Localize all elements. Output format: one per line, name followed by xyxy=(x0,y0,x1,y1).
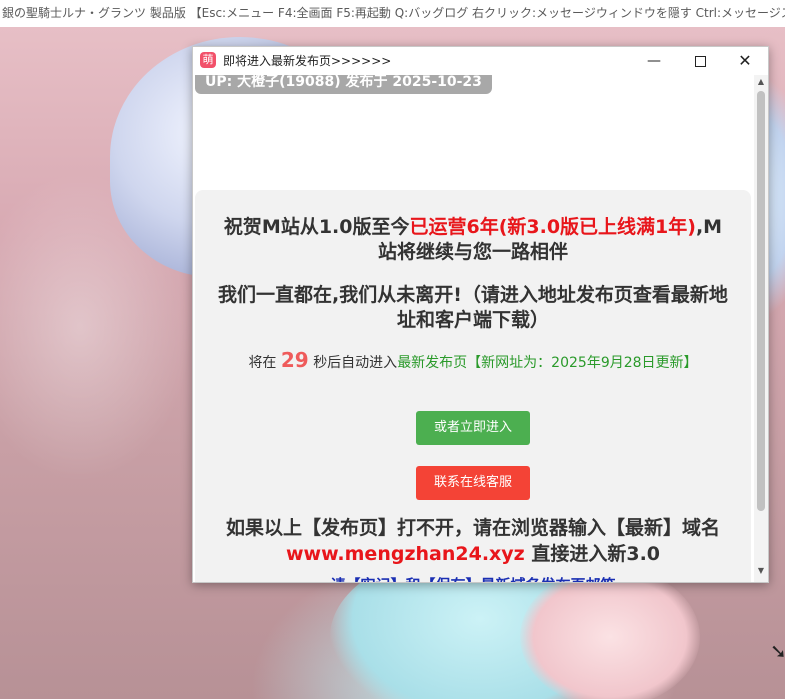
enter-now-button[interactable]: 或者立即进入 xyxy=(416,411,530,445)
countdown-number: 29 xyxy=(280,348,309,372)
headline1-highlight: 已运营6年(新3.0版已上线满1年) xyxy=(409,216,696,238)
countdown-suffix: 秒后自动进入 xyxy=(313,355,398,371)
minimize-button[interactable]: — xyxy=(631,47,677,75)
announcement-card: 祝贺M站从1.0版至今已运营6年(新3.0版已上线满1年),M站将继续与您一路相… xyxy=(195,190,751,582)
countdown-text: 将在 29 秒后自动进入最新发布页【新网址为：2025年9月28日更新】 xyxy=(195,348,751,372)
scroll-thumb[interactable] xyxy=(757,91,765,511)
popup-titlebar[interactable]: 萌 即将进入最新发布页>>>>>> — ✕ xyxy=(193,47,768,75)
domain-note-part2: 直接进入新3.0 xyxy=(531,543,661,565)
uploader-badge: UP: 大橙子(19088) 发布于 2025-10-23 xyxy=(195,75,492,94)
scroll-up-arrow-icon[interactable]: ▲ xyxy=(754,77,768,87)
contact-support-button[interactable]: 联系在线客服 xyxy=(416,466,530,500)
page-content: UP: 大橙子(19088) 发布于 2025-10-23 祝贺M站从1.0版至… xyxy=(193,75,754,582)
countdown-release-link[interactable]: 最新发布页【新网址为：2025年9月28日更新】 xyxy=(397,355,697,371)
headline1-part1: 祝贺M站从1.0版至今 xyxy=(223,216,410,238)
maximize-icon xyxy=(694,55,706,67)
popup-title: 即将进入最新发布页>>>>>> xyxy=(223,54,392,68)
app-icon: 萌 xyxy=(200,52,216,68)
countdown-prefix: 将在 xyxy=(248,355,277,371)
domain-note-part1: 如果以上【发布页】打不开，请在浏览器输入【最新】域名 xyxy=(225,517,720,539)
maximize-button[interactable] xyxy=(677,47,723,75)
vertical-scrollbar[interactable]: ▲ ▼ xyxy=(754,75,768,582)
headline-still-here: 我们一直都在,我们从未离开!（请进入地址发布页查看最新地址和客户端下载） xyxy=(218,284,728,331)
domain-note: 如果以上【发布页】打不开，请在浏览器输入【最新】域名 www.mengzhan2… xyxy=(215,515,731,567)
headline-anniversary: 祝贺M站从1.0版至今已运营6年(新3.0版已上线满1年),M站将继续与您一路相… xyxy=(215,215,731,265)
popup-window: 萌 即将进入最新发布页>>>>>> — ✕ UP: 大橙子(19088) 发布于… xyxy=(192,46,769,583)
domain-link[interactable]: www.mengzhan24.xyz xyxy=(286,543,525,565)
remember-domain-text: 请【牢记】和【保存】最新域名发布页邮箱 xyxy=(215,574,731,582)
game-window-titlebar[interactable]: 銀の聖騎士ルナ・グランツ 製品版 【Esc:メニュー F4:全画面 F5:再起動… xyxy=(0,0,785,27)
scroll-down-arrow-icon[interactable]: ▼ xyxy=(754,566,768,576)
cursor-arrow-icon: ➘ xyxy=(770,639,785,663)
game-window-title: 銀の聖騎士ルナ・グランツ 製品版 【Esc:メニュー F4:全画面 F5:再起動… xyxy=(2,6,785,20)
close-button[interactable]: ✕ xyxy=(722,47,768,75)
character-hand xyxy=(520,567,700,699)
